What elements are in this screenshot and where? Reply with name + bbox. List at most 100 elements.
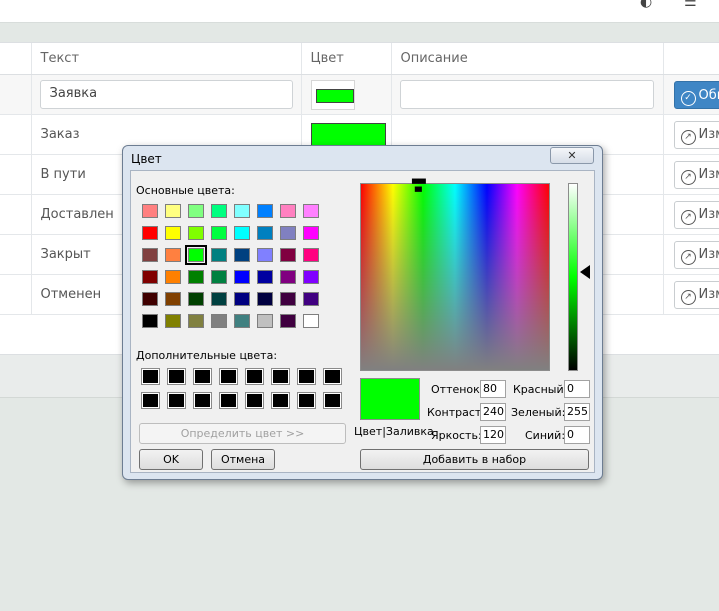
basic-color-swatch[interactable]: [185, 245, 207, 265]
basic-color-swatch[interactable]: [303, 226, 319, 240]
basic-color-swatch[interactable]: [211, 270, 227, 284]
basic-color-swatch[interactable]: [257, 314, 273, 328]
basic-color-swatch[interactable]: [234, 248, 250, 262]
edit-button-label: Изм: [698, 126, 719, 142]
red-input[interactable]: 0: [564, 380, 590, 398]
basic-color-swatch[interactable]: [188, 226, 204, 240]
edit-button[interactable]: ↗Изм: [673, 200, 719, 229]
compass-icon: ↗: [680, 289, 696, 305]
custom-colors-label: Дополнительные цвета:: [136, 349, 278, 362]
custom-color-swatch[interactable]: [298, 369, 315, 384]
edit-button[interactable]: ↗Изм: [673, 120, 719, 149]
column-header-actions: [663, 43, 719, 75]
basic-color-swatch[interactable]: [280, 248, 296, 262]
edit-button[interactable]: ↗Изм: [673, 160, 719, 189]
custom-color-swatch[interactable]: [220, 369, 237, 384]
basic-color-swatch[interactable]: [142, 314, 158, 328]
green-input[interactable]: 255: [564, 403, 590, 421]
custom-color-swatch[interactable]: [194, 393, 211, 408]
basic-color-swatch[interactable]: [280, 292, 296, 306]
custom-color-swatch[interactable]: [194, 369, 211, 384]
update-button[interactable]: ✓Обн: [673, 80, 719, 109]
basic-color-swatch[interactable]: [303, 292, 319, 306]
check-circle-icon: ✓: [680, 90, 696, 106]
custom-color-swatch[interactable]: [246, 393, 263, 408]
cancel-button[interactable]: Отмена: [211, 449, 275, 470]
custom-color-swatch[interactable]: [272, 369, 289, 384]
color-dialog: Цвет ✕ Основные цвета: Дополнительные цв…: [122, 145, 603, 480]
custom-color-swatch[interactable]: [324, 369, 341, 384]
basic-color-swatch[interactable]: [280, 314, 296, 328]
basic-color-swatch[interactable]: [165, 292, 181, 306]
basic-color-swatch[interactable]: [303, 248, 319, 262]
basic-color-swatch[interactable]: [257, 226, 273, 240]
basic-color-swatch[interactable]: [257, 270, 273, 284]
description-input[interactable]: [399, 80, 654, 109]
basic-color-swatch[interactable]: [234, 314, 250, 328]
basic-color-swatch[interactable]: [211, 314, 227, 328]
basic-color-swatch[interactable]: [142, 270, 158, 284]
basic-color-swatch[interactable]: [211, 204, 227, 218]
help-icon[interactable]: ◐: [640, 0, 652, 10]
edit-button[interactable]: ↗Изм: [673, 280, 719, 309]
add-to-custom-colors-button[interactable]: Добавить в набор: [360, 449, 589, 470]
basic-color-swatch[interactable]: [280, 226, 296, 240]
basic-color-swatch[interactable]: [165, 248, 181, 262]
custom-color-swatch[interactable]: [168, 369, 185, 384]
edit-button-label: Изм: [698, 246, 719, 262]
sat-input[interactable]: 240: [480, 403, 506, 421]
custom-color-swatch[interactable]: [324, 393, 341, 408]
basic-color-swatch[interactable]: [303, 270, 319, 284]
basic-color-swatch[interactable]: [234, 270, 250, 284]
basic-color-swatch[interactable]: [234, 292, 250, 306]
basic-color-swatch[interactable]: [142, 226, 158, 240]
basic-color-swatch[interactable]: [142, 248, 158, 262]
basic-color-swatch[interactable]: [211, 292, 227, 306]
edit-button[interactable]: ↗Изм: [673, 240, 719, 269]
color-picker-button[interactable]: [310, 79, 355, 110]
blue-input[interactable]: 0: [564, 426, 590, 444]
basic-color-swatch[interactable]: [165, 270, 181, 284]
basic-color-swatch[interactable]: [257, 292, 273, 306]
basic-color-swatch[interactable]: [303, 204, 319, 218]
compass-icon: ↗: [680, 249, 696, 265]
luminance-slider[interactable]: [568, 183, 578, 371]
row-color-swatch: [310, 122, 386, 147]
luminance-arrow-icon[interactable]: [580, 265, 590, 279]
basic-color-swatch[interactable]: [165, 314, 181, 328]
basic-color-swatch[interactable]: [257, 204, 273, 218]
basic-color-swatch[interactable]: [188, 292, 204, 306]
custom-color-swatch[interactable]: [142, 369, 159, 384]
basic-color-swatch[interactable]: [165, 226, 181, 240]
basic-color-swatch[interactable]: [257, 248, 273, 262]
custom-color-swatch[interactable]: [298, 393, 315, 408]
basic-color-swatch[interactable]: [303, 314, 319, 328]
basic-color-swatch[interactable]: [234, 204, 250, 218]
basic-color-swatch[interactable]: [234, 226, 250, 240]
ok-button[interactable]: OK: [139, 449, 203, 470]
basic-color-swatch[interactable]: [188, 204, 204, 218]
basic-color-swatch[interactable]: [211, 226, 227, 240]
close-button[interactable]: ✕: [550, 147, 594, 164]
custom-color-swatch[interactable]: [272, 393, 289, 408]
basic-color-swatch[interactable]: [165, 204, 181, 218]
custom-color-swatch[interactable]: [168, 393, 185, 408]
text-input[interactable]: Заявка: [39, 80, 293, 109]
lum-input[interactable]: 120: [480, 426, 506, 444]
menu-icon[interactable]: ☰: [684, 0, 697, 10]
basic-color-swatch[interactable]: [142, 204, 158, 218]
lum-label: Яркость:: [431, 429, 482, 442]
blue-label: Синий:: [525, 429, 566, 442]
basic-color-swatch[interactable]: [280, 270, 296, 284]
basic-color-swatch[interactable]: [188, 270, 204, 284]
basic-color-swatch[interactable]: [188, 314, 204, 328]
basic-color-swatch[interactable]: [280, 204, 296, 218]
color-spectrum[interactable]: [360, 183, 550, 371]
hue-input[interactable]: 80: [480, 380, 506, 398]
custom-color-swatch[interactable]: [142, 393, 159, 408]
custom-color-swatch[interactable]: [220, 393, 237, 408]
basic-color-swatch[interactable]: [211, 248, 227, 262]
basic-color-swatch[interactable]: [142, 292, 158, 306]
define-custom-color-button[interactable]: Определить цвет >>: [139, 423, 346, 444]
custom-color-swatch[interactable]: [246, 369, 263, 384]
